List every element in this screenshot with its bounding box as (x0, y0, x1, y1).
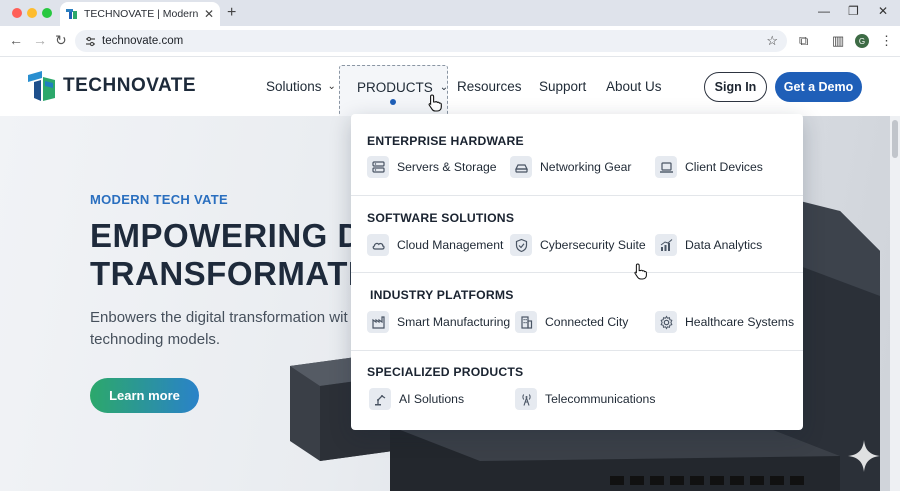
menu-item-cybersecurity-suite[interactable]: Cybersecurity Suite (510, 234, 646, 256)
chart-icon (655, 234, 677, 256)
reload-icon[interactable]: ↻ (55, 32, 67, 49)
menu-item-client-devices[interactable]: Client Devices (655, 156, 763, 178)
menu-item-servers-storage[interactable]: Servers & Storage (367, 156, 497, 178)
products-mega-menu: ENTERPRISE HARDWARE Servers & Storage Ne… (351, 114, 803, 430)
menu-item-cloud-management[interactable]: Cloud Management (367, 234, 503, 256)
new-tab-icon[interactable]: + (227, 4, 236, 22)
forward-icon[interactable]: → (33, 32, 47, 48)
tab-close-icon[interactable]: ✕ (204, 7, 214, 21)
back-icon[interactable]: ← (9, 32, 23, 48)
menu-item-label: Healthcare Systems (685, 315, 795, 329)
laptop-icon (655, 156, 677, 178)
address-bar[interactable]: technovate.com ☆ (75, 30, 787, 52)
tab-title: TECHNOVATE | Modern Brows (84, 8, 200, 20)
building-icon (515, 311, 537, 333)
menu-item-label: Client Devices (685, 160, 763, 174)
server-icon (367, 156, 389, 178)
browser-toolbar: ← → ↻ technovate.com ☆ ⧉ ▥ ⋮ (0, 26, 900, 57)
section-title-industry-platforms: INDUSTRY PLATFORMS (370, 288, 514, 302)
page-scrollbar[interactable] (890, 116, 900, 491)
menu-item-connected-city[interactable]: Connected City (515, 311, 628, 333)
scrollbar-thumb[interactable] (892, 120, 898, 158)
browser-tab-bar: TECHNOVATE | Modern Brows ✕ + — ❐ ✕ (0, 0, 900, 26)
extensions-icon[interactable]: ⧉ (799, 33, 808, 49)
nav-solutions[interactable]: Solutions ⌄ (266, 79, 336, 94)
menu-item-label: AI Solutions (399, 392, 465, 406)
profile-avatar[interactable]: G (855, 34, 869, 48)
favicon-icon (66, 9, 77, 19)
menu-item-label: Servers & Storage (397, 160, 497, 174)
gear-icon (655, 311, 677, 333)
get-demo-button[interactable]: Get a Demo (775, 72, 862, 102)
menu-item-telecommunications[interactable]: Telecommunications (515, 388, 655, 410)
robot-arm-icon (369, 388, 391, 410)
menu-item-label: Connected City (545, 315, 629, 329)
menu-item-healthcare-systems[interactable]: Healthcare Systems (655, 311, 794, 333)
nav-support[interactable]: Support (539, 79, 586, 94)
section-title-software-solutions: SOFTWARE SOLUTIONS (367, 211, 515, 225)
site-settings-icon[interactable] (85, 36, 96, 47)
router-icon (510, 156, 532, 178)
menu-item-ai-solutions[interactable]: AI Solutions (369, 388, 464, 410)
menu-item-networking-gear[interactable]: Networking Gear (510, 156, 631, 178)
menu-item-label: Data Analytics (685, 238, 763, 252)
menu-item-label: Smart Manufacturing (397, 315, 511, 329)
chevron-down-icon: ⌄ (439, 82, 449, 93)
active-indicator-dot (390, 99, 396, 105)
menu-kebab-icon[interactable]: ⋮ (880, 33, 893, 49)
menu-item-label: Cloud Management (397, 238, 504, 252)
section-title-enterprise-hardware: ENTERPRISE HARDWARE (367, 134, 524, 148)
hand-cursor-icon (428, 94, 442, 112)
shield-icon (510, 234, 532, 256)
cloud-icon (367, 234, 389, 256)
hero-eyebrow: MODERN TECH VATE (90, 192, 228, 207)
menu-item-label: Telecommunications (545, 392, 656, 406)
nav-solutions-label: Solutions (266, 79, 322, 94)
menu-item-data-analytics[interactable]: Data Analytics (655, 234, 762, 256)
sparkle-icon (848, 440, 880, 472)
window-maximize-button[interactable] (42, 8, 52, 18)
section-divider (351, 350, 803, 351)
hand-cursor-icon (634, 263, 647, 280)
menu-item-smart-manufacturing[interactable]: Smart Manufacturing (367, 311, 510, 333)
menu-item-label: Cybersecurity Suite (540, 238, 646, 252)
restore-window-icon[interactable]: ❐ (848, 4, 859, 18)
section-divider (351, 195, 803, 196)
brand-logo[interactable]: TECHNOVATE (28, 71, 196, 101)
browser-tab[interactable]: TECHNOVATE | Modern Brows ✕ (60, 2, 220, 26)
url-text: technovate.com (102, 35, 184, 47)
technovate-logo-icon (28, 71, 55, 101)
window-minimize-button[interactable] (27, 8, 37, 18)
nav-resources[interactable]: Resources (457, 79, 522, 94)
section-divider (351, 272, 803, 273)
menu-item-label: Networking Gear (540, 160, 632, 174)
sign-in-button[interactable]: Sign In (704, 72, 767, 102)
window-close-button[interactable] (12, 8, 22, 18)
close-window-icon[interactable]: ✕ (878, 4, 888, 18)
antenna-icon (515, 388, 537, 410)
bookmark-star-icon[interactable]: ☆ (766, 33, 778, 49)
side-panel-icon[interactable]: ▥ (832, 33, 844, 49)
chevron-down-icon: ⌄ (327, 81, 336, 92)
factory-icon (367, 311, 389, 333)
brand-name: TECHNOVATE (63, 75, 197, 96)
nav-products-label: PRODUCTS (357, 80, 433, 95)
minimize-window-icon[interactable]: — (818, 4, 830, 18)
nav-about[interactable]: About Us (606, 79, 662, 94)
section-title-specialized-products: SPECIALIZED PRODUCTS (367, 365, 524, 379)
learn-more-button[interactable]: Learn more (90, 378, 199, 413)
